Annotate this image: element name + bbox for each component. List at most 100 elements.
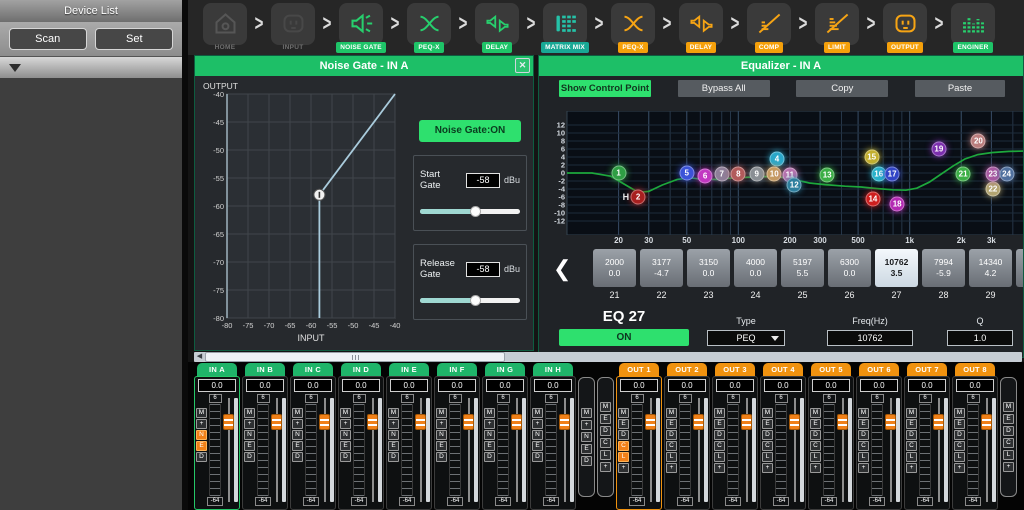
noise-gate-power-button[interactable]: Noise Gate:ON [419, 120, 521, 142]
channel-button-e[interactable]: E [666, 419, 677, 429]
device-group-header[interactable] [0, 56, 182, 78]
channel-tab[interactable]: IN G [485, 363, 525, 376]
channel-gain-value[interactable]: 0.0 [198, 379, 236, 392]
channel-button-d[interactable]: D [762, 430, 773, 440]
channel-button-m[interactable]: M [714, 408, 725, 418]
toolbar-item-delay[interactable]: DELAY [474, 2, 520, 54]
master-button-l[interactable]: L [1003, 450, 1014, 460]
close-icon[interactable]: ✕ [515, 58, 530, 73]
channel-button-e[interactable]: E [484, 441, 495, 451]
channel-button-plus[interactable]: + [954, 463, 965, 473]
eq-point-7[interactable]: 7 [714, 166, 729, 181]
channel-button-e[interactable]: E [618, 419, 629, 429]
copy-button[interactable]: Copy [796, 80, 888, 97]
channel-button-e[interactable]: E [954, 419, 965, 429]
channel-button-m[interactable]: M [666, 408, 677, 418]
channel-gain-value[interactable]: 0.0 [668, 379, 706, 392]
channel-gain-value[interactable]: 0.0 [342, 379, 380, 392]
channel-button-e[interactable]: E [388, 441, 399, 451]
channel-tab[interactable]: OUT 2 [667, 363, 707, 376]
channel-button-e[interactable]: E [532, 441, 543, 451]
channel-button-plus[interactable]: + [906, 463, 917, 473]
channel-gain-value[interactable]: 0.0 [246, 379, 284, 392]
master-button-m[interactable]: M [581, 408, 592, 418]
channel-button-e[interactable]: E [906, 419, 917, 429]
master-button-d[interactable]: D [1003, 426, 1014, 436]
channel-button-l[interactable]: L [858, 452, 869, 462]
channel-button-plus[interactable]: + [436, 419, 447, 429]
channel-button-e[interactable]: E [714, 419, 725, 429]
eq-point-5[interactable]: 5 [679, 166, 694, 181]
eq-band-cell-28[interactable]: 7994-5.9 [922, 249, 965, 287]
q-input[interactable]: 1.0 [947, 330, 1013, 346]
master-button-plus[interactable]: + [581, 420, 592, 430]
master-button-e[interactable]: E [581, 444, 592, 454]
channel-button-d[interactable]: D [666, 430, 677, 440]
channel-tab[interactable]: OUT 6 [859, 363, 899, 376]
eq-point-4[interactable]: 4 [769, 152, 784, 167]
channel-tab[interactable]: IN A [197, 363, 237, 376]
equalizer-graph[interactable]: 121086420-2-4-6-8-10-1212H45678910111213… [547, 111, 1024, 235]
fader-handle[interactable] [645, 414, 656, 430]
eq-point-19[interactable]: 19 [931, 142, 946, 157]
channel-tab[interactable]: IN C [293, 363, 333, 376]
channel-button-e[interactable]: E [340, 441, 351, 451]
channel-button-m[interactable]: M [436, 408, 447, 418]
channel-gain-value[interactable]: 0.0 [534, 379, 572, 392]
eq-point-15[interactable]: 15 [864, 150, 879, 165]
eq-point-8[interactable]: 8 [731, 167, 746, 182]
channel-button-n[interactable]: N [388, 430, 399, 440]
eq-band-cell-29[interactable]: 143404.2 [969, 249, 1012, 287]
channel-button-d[interactable]: D [954, 430, 965, 440]
channel-button-c[interactable]: C [714, 441, 725, 451]
master-button-m[interactable]: M [1003, 402, 1014, 412]
channel-button-n[interactable]: N [340, 430, 351, 440]
channel-button-plus[interactable]: + [484, 419, 495, 429]
channel-gain-value[interactable]: 0.0 [438, 379, 476, 392]
fader-handle[interactable] [463, 414, 474, 430]
fader-handle[interactable] [319, 414, 330, 430]
master-button-c[interactable]: C [600, 438, 611, 448]
horizontal-scrollbar[interactable]: ◀ [194, 352, 1022, 362]
master-button-c[interactable]: C [1003, 438, 1014, 448]
channel-button-d[interactable]: D [714, 430, 725, 440]
eq-point-17[interactable]: 17 [885, 166, 900, 181]
toolbar-item-home[interactable]: HOME [202, 2, 248, 54]
toolbar-item-comp[interactable]: COMP [746, 2, 792, 54]
slider-thumb[interactable] [470, 206, 481, 217]
slider-thumb[interactable] [470, 295, 481, 306]
bypass-all-button[interactable]: Bypass All [678, 80, 770, 97]
channel-tab[interactable]: OUT 8 [955, 363, 995, 376]
scrollbar-thumb[interactable] [205, 352, 505, 362]
eq-band-on-button[interactable]: ON [559, 329, 689, 346]
channel-gain-value[interactable]: 0.0 [390, 379, 428, 392]
eq-band-cell-22[interactable]: 3177-4.7 [640, 249, 683, 287]
eq-point-6[interactable]: 6 [698, 169, 713, 184]
channel-tab[interactable]: IN D [341, 363, 381, 376]
master-button-m[interactable]: M [600, 402, 611, 412]
eq-point-1[interactable]: 1 [611, 166, 626, 181]
freq-input[interactable]: 10762 [827, 330, 913, 346]
master-button-n[interactable]: N [581, 432, 592, 442]
fader-handle[interactable] [693, 414, 704, 430]
channel-button-plus[interactable]: + [196, 419, 207, 429]
channel-tab[interactable]: OUT 5 [811, 363, 851, 376]
channel-button-c[interactable]: C [906, 441, 917, 451]
channel-button-l[interactable]: L [810, 452, 821, 462]
eq-band-cell-24[interactable]: 40000.0 [734, 249, 777, 287]
channel-button-m[interactable]: M [954, 408, 965, 418]
eq-point-10[interactable]: 10 [767, 166, 782, 181]
paste-button[interactable]: Paste [915, 80, 1005, 97]
scan-button[interactable]: Scan [9, 28, 87, 50]
master-button-plus[interactable]: + [1003, 462, 1014, 472]
fader-handle[interactable] [789, 414, 800, 430]
channel-button-plus[interactable]: + [762, 463, 773, 473]
eq-point-13[interactable]: 13 [820, 167, 835, 182]
channel-gain-value[interactable]: 0.0 [486, 379, 524, 392]
channel-gain-value[interactable]: 0.0 [860, 379, 898, 392]
eq-point-21[interactable]: 21 [956, 166, 971, 181]
noise-gate-graph[interactable]: -40-45-50-55-60-65-70-75-80-80-75-70-65-… [201, 80, 405, 346]
channel-button-plus[interactable]: + [618, 463, 629, 473]
fader-handle[interactable] [741, 414, 752, 430]
channel-button-m[interactable]: M [618, 408, 629, 418]
